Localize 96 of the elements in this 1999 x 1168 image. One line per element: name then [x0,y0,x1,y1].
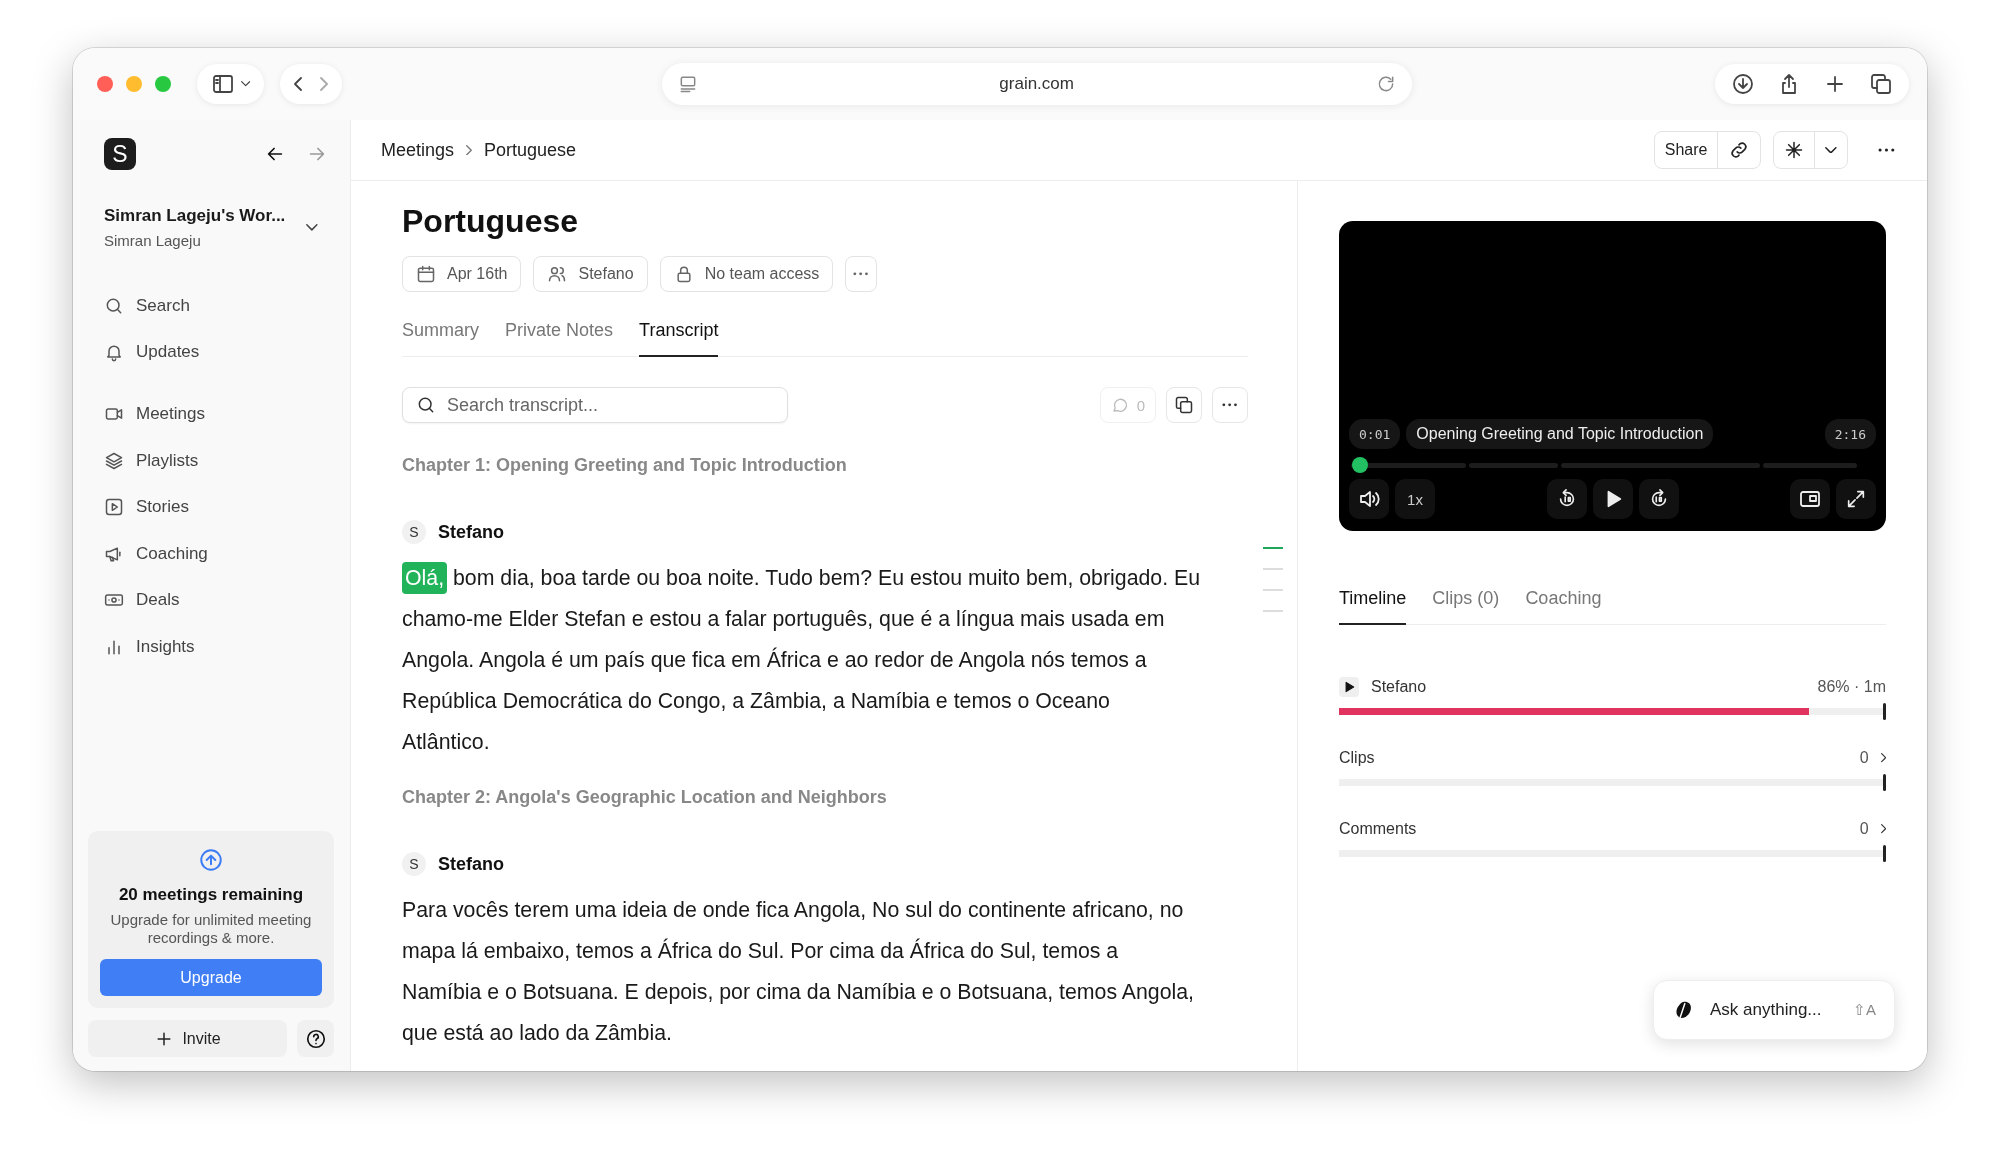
speaker-avatar: S [402,520,426,544]
copy-button[interactable] [1166,387,1202,423]
forward-button[interactable] [1638,479,1679,519]
ask-placeholder: Ask anything... [1710,1000,1823,1020]
playhead[interactable] [1352,457,1369,473]
play-icon [1342,680,1356,694]
user-name: Simran Lageju [104,232,202,249]
shortcut-hint: ⇧A [1853,1001,1876,1019]
duration: 2:16 [1824,419,1876,449]
copy-icon [1174,395,1194,415]
tabs-icon [1869,72,1893,96]
tab[interactable]: Timeline [1339,588,1407,625]
workspace-name: Simran Lageju's Wor... [104,206,287,226]
meeting-title: Portuguese [402,203,579,240]
row-label: Clips [1339,749,1375,767]
chevron-right-icon [1880,753,1886,763]
arrow-up-circle-icon [198,847,224,873]
current-time: 0:01 [1349,419,1401,449]
nav-item[interactable]: Coaching [88,534,334,573]
speaker-name: Stefano [438,853,504,875]
sparkle-icon [1784,140,1805,160]
nav-item[interactable]: Playlists [88,441,334,480]
expand-button[interactable] [1880,824,1886,834]
chevron-down-icon [1825,146,1838,154]
nav-item[interactable]: Search [88,287,334,325]
speed-button[interactable]: 1x [1395,479,1435,519]
sidebar-icon [211,72,235,96]
calendar-icon [416,264,436,284]
help-button[interactable] [297,1020,334,1057]
breadcrumb-current: Portuguese [484,139,577,161]
nav-item[interactable]: Stories [88,488,334,526]
volume-button[interactable] [1349,479,1389,519]
minimap-marker[interactable] [1263,568,1283,570]
minimap-marker[interactable] [1263,589,1283,591]
count: 0 [1859,749,1869,767]
tab[interactable]: Summary [402,312,479,357]
minimap-marker[interactable] [1263,610,1283,612]
layers-icon [104,450,124,471]
chevron-left-icon [294,77,303,91]
talk-time: 86% · 1m [1817,678,1886,696]
nav-item[interactable]: Meetings [88,395,334,433]
search-field[interactable]: Search transcript... [402,387,788,423]
chapter-title: Opening Greeting and Topic Introduction [1406,419,1714,449]
chapter-heading: Chapter 1: Opening Greeting and Topic Introduction [402,455,848,476]
url-text: grain.com [998,74,1075,94]
workspace-logo: S [104,138,136,170]
speaker-name: Stefano [438,521,504,543]
speech-bubble-icon [1110,396,1129,414]
chevron-down-icon [306,224,318,231]
search-icon [104,296,124,316]
nav-item[interactable]: Deals [88,581,334,619]
nav-item[interactable]: Updates [88,333,334,371]
address-bar[interactable]: grain.com [661,63,1412,105]
invite-button[interactable]: Invite [88,1020,287,1057]
people-icon [547,264,568,284]
ask-anything-button[interactable]: Ask anything... ⇧A [1653,980,1895,1040]
upgrade-text: Upgrade for unlimited meeting recordings & more. [109,911,313,947]
nav-item[interactable]: Insights [88,627,334,666]
transcript-paragraph: Para vocês terem uma ideia de onde fica Angola, No sul do continente africano, no mapa lá embaixo, temos a África do Sul. Por cima da África do Sul, temos a Namíbia e o Botsuana. E depois, por cima da Namíbia e o Botsuana, temos Angola, que está ao lado da Zâmbia. [402,897,1195,1047]
upgrade-button[interactable]: Upgrade [100,959,322,996]
chapter-heading: Chapter 2: Angola's Geographic Location and Neighbors [402,787,888,808]
chevron-right-icon [466,144,473,156]
chevron-right-icon [1880,824,1886,834]
play-button[interactable] [1339,677,1359,697]
row-label: Comments [1339,820,1417,838]
tab[interactable]: Transcript [639,312,719,357]
more-icon [1878,148,1895,152]
help-icon [304,1027,327,1050]
play-icon [104,497,124,517]
participants-chip[interactable]: Stefano [533,256,648,292]
workspace-menu-button[interactable] [306,224,318,231]
expand-button[interactable] [1880,753,1886,763]
search-icon [416,395,436,415]
tab[interactable]: Private Notes [505,312,614,357]
tab[interactable]: Coaching [1525,588,1602,625]
date-chip[interactable]: Apr 16th [402,256,522,292]
picture-in-picture-button[interactable] [1790,479,1830,519]
speaker-label: Stefano [1371,678,1427,696]
fullscreen-button[interactable] [1836,479,1876,519]
tab[interactable]: Clips (0) [1432,588,1500,625]
breadcrumb-link[interactable]: Meetings [381,139,455,161]
chevron-right-icon [320,77,329,91]
more-icon [853,272,869,276]
close-button[interactable] [97,76,113,92]
upgrade-title: 20 meetings remaining [118,885,304,905]
download-icon [1731,72,1755,96]
rewind-button[interactable] [1546,479,1587,519]
play-button[interactable] [1592,479,1633,519]
chevron-down-icon [241,81,251,87]
transcript-paragraph: Olá, bom dia, boa tarde ou boa noite. Tudo bem? Eu estou muito bem, obrigado. Eu chamo-me Elder Stefan e estou a falar português, que é a língua mais usada em Angola. Angola é um país que fica em África e ao redor de Angola nós temos a República Democrática do Congo, a Zâmbia, a Namíbia e temos o Oceano Atlântico. [402,558,1202,763]
access-chip[interactable]: No team access [659,256,834,292]
expand-icon [1845,488,1867,510]
speaker-avatar: S [402,852,426,876]
count: 0 [1859,820,1869,838]
more-icon [1222,403,1238,407]
minimap-marker[interactable] [1263,547,1283,549]
